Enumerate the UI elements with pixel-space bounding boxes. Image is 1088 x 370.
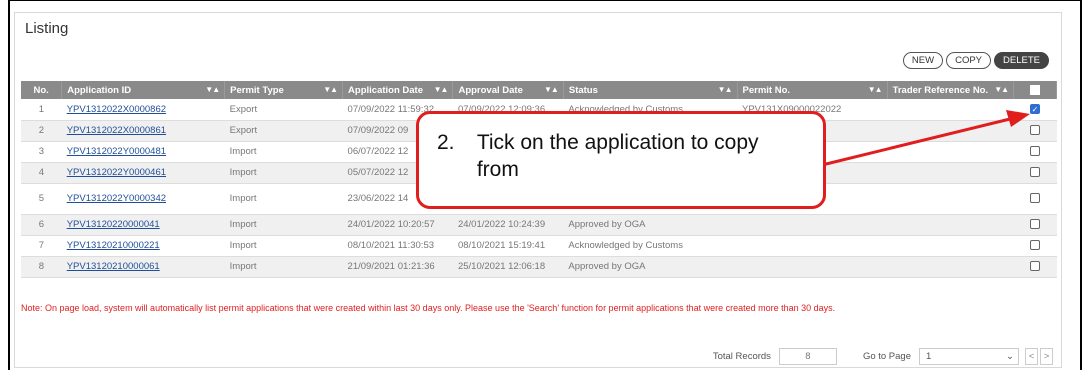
callout-step-number: 2. bbox=[437, 131, 455, 154]
callout-text: Tick on the application to copy from bbox=[476, 131, 759, 181]
instruction-callout: 2. Tick on the application to copy from bbox=[416, 111, 826, 209]
